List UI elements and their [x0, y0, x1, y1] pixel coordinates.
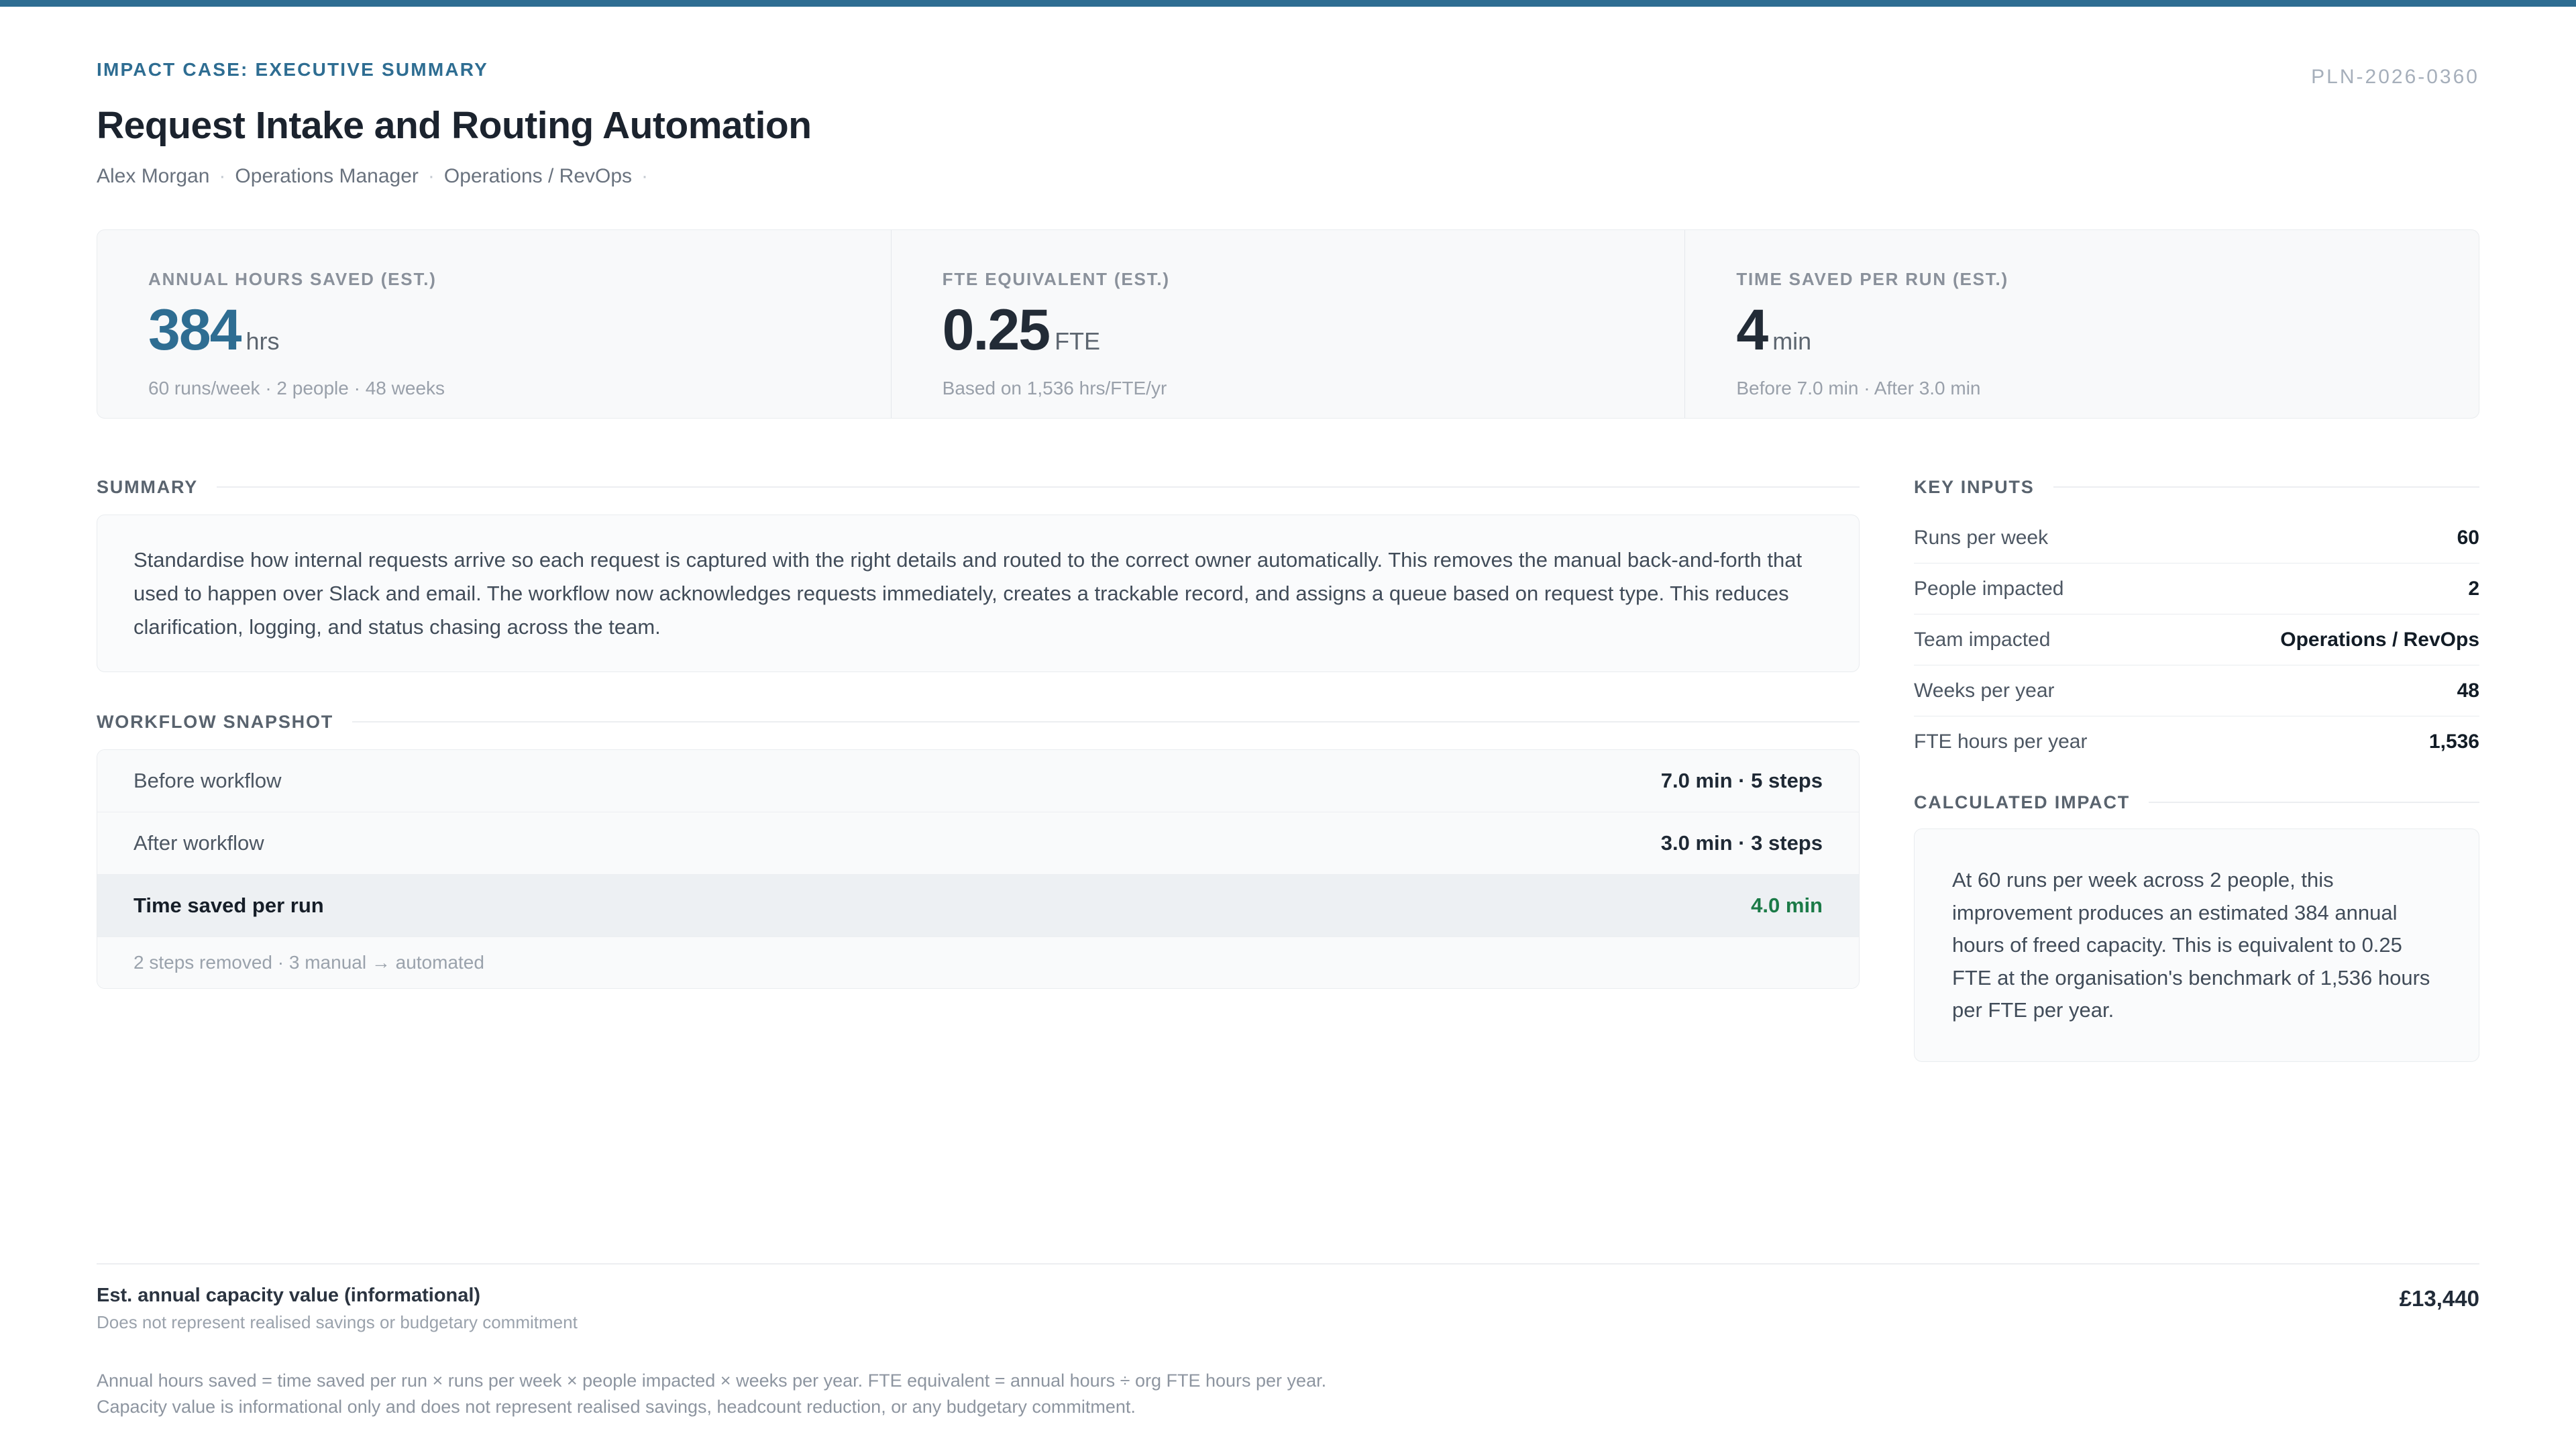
- kpi-label: TIME SAVED PER RUN (EST.): [1736, 269, 2452, 290]
- kpi-value: 384: [148, 297, 241, 364]
- kpi-value: 4: [1736, 297, 1767, 364]
- summary-section-header: SUMMARY: [97, 476, 1860, 498]
- list-item-runs-per-week: Runs per week 60: [1914, 513, 2479, 564]
- fine-print-line-disclaimer: Capacity value is informational only and…: [97, 1394, 2479, 1420]
- kpi-value-row: 4 min: [1736, 297, 2452, 364]
- input-label: Runs per week: [1914, 527, 2048, 549]
- workflow-snapshot-section: WORKFLOW SNAPSHOT Before workflow 7.0 mi…: [97, 711, 1860, 989]
- kpi-fte-equivalent: FTE EQUIVALENT (EST.) 0.25 FTE Based on …: [891, 230, 1685, 418]
- row-label: Time saved per run: [133, 894, 324, 918]
- list-item-fte-hours-per-year: FTE hours per year 1,536: [1914, 716, 2479, 767]
- document-id: PLN-2026-0360: [2311, 66, 2479, 89]
- calculated-impact-text-box: At 60 runs per week across 2 people, thi…: [1914, 828, 2479, 1062]
- section-rule: [2149, 802, 2479, 803]
- left-column: SUMMARY Standardise how internal request…: [97, 476, 1860, 989]
- row-value: 7.0 min · 5 steps: [1661, 769, 1823, 793]
- kpi-value-row: 384 hrs: [148, 297, 864, 364]
- eyebrow-label: IMPACT CASE: EXECUTIVE SUMMARY: [97, 59, 488, 80]
- meta-separator: ·: [219, 165, 225, 187]
- kpi-card-row: ANNUAL HOURS SAVED (EST.) 384 hrs 60 run…: [97, 229, 2479, 419]
- calculated-impact-heading: CALCULATED IMPACT: [1914, 792, 2130, 813]
- capacity-value-labels: Est. annual capacity value (informationa…: [97, 1285, 578, 1333]
- kpi-note: Based on 1,536 hrs/FTE/yr: [943, 378, 1658, 399]
- calculated-impact-section-header: CALCULATED IMPACT: [1914, 792, 2479, 813]
- kpi-note: Before 7.0 min · After 3.0 min: [1736, 378, 2452, 399]
- row-value: 4.0 min: [1751, 894, 1823, 918]
- header-left: IMPACT CASE: EXECUTIVE SUMMARY: [97, 59, 488, 80]
- table-row-after-workflow: After workflow 3.0 min · 3 steps: [97, 812, 1859, 875]
- input-value: 60: [2457, 527, 2479, 549]
- input-label: People impacted: [1914, 578, 2063, 600]
- input-value: 1,536: [2429, 731, 2479, 753]
- kpi-unit: min: [1772, 327, 1811, 356]
- fine-print-line-formula: Annual hours saved = time saved per run …: [97, 1368, 2479, 1394]
- input-value: 48: [2457, 680, 2479, 702]
- page-title: Request Intake and Routing Automation: [97, 103, 2479, 148]
- row-value: 3.0 min · 3 steps: [1661, 831, 1823, 855]
- section-rule: [352, 721, 1860, 722]
- summary-text-box: Standardise how internal requests arrive…: [97, 515, 1860, 672]
- main-content: SUMMARY Standardise how internal request…: [97, 476, 2479, 1062]
- key-inputs-list: Runs per week 60 People impacted 2 Team …: [1914, 513, 2479, 767]
- section-rule: [2053, 486, 2479, 488]
- row-label: Before workflow: [133, 769, 282, 793]
- list-item-people-impacted: People impacted 2: [1914, 564, 2479, 614]
- kpi-value: 0.25: [943, 297, 1049, 364]
- key-inputs-heading: KEY INPUTS: [1914, 477, 2035, 498]
- list-item-team-impacted: Team impacted Operations / RevOps: [1914, 614, 2479, 665]
- input-label: Weeks per year: [1914, 680, 2055, 702]
- input-value: 2: [2468, 578, 2479, 600]
- capacity-value-row: Est. annual capacity value (informationa…: [97, 1285, 2479, 1333]
- kpi-unit: FTE: [1055, 327, 1100, 356]
- author-name: Alex Morgan: [97, 165, 209, 187]
- impact-case-page: IMPACT CASE: EXECUTIVE SUMMARY PLN-2026-…: [0, 59, 2576, 1421]
- calculated-impact-section: CALCULATED IMPACT At 60 runs per week ac…: [1914, 792, 2479, 1062]
- meta-separator: ·: [641, 165, 648, 187]
- kpi-annual-hours-saved: ANNUAL HOURS SAVED (EST.) 384 hrs 60 run…: [97, 230, 891, 418]
- summary-heading: SUMMARY: [97, 477, 198, 498]
- kpi-note: 60 runs/week · 2 people · 48 weeks: [148, 378, 864, 399]
- capacity-value-label: Est. annual capacity value (informationa…: [97, 1285, 578, 1307]
- input-label: Team impacted: [1914, 629, 2050, 651]
- workflow-heading: WORKFLOW SNAPSHOT: [97, 712, 333, 733]
- author-meta-line: Alex Morgan · Operations Manager · Operation…: [97, 165, 2479, 188]
- list-item-weeks-per-year: Weeks per year 48: [1914, 665, 2479, 716]
- kpi-time-saved-per-run: TIME SAVED PER RUN (EST.) 4 min Before 7…: [1684, 230, 2479, 418]
- kpi-unit: hrs: [246, 327, 280, 356]
- workflow-table: Before workflow 7.0 min · 5 steps After …: [97, 749, 1860, 989]
- input-value: Operations / RevOps: [2280, 629, 2479, 651]
- workflow-section-header: WORKFLOW SNAPSHOT: [97, 711, 1860, 733]
- meta-separator: ·: [428, 165, 435, 187]
- key-inputs-section-header: KEY INPUTS: [1914, 476, 2479, 498]
- capacity-value-disclaimer: Does not represent realised savings or b…: [97, 1312, 578, 1333]
- top-accent-bar: [0, 0, 2576, 7]
- kpi-value-row: 0.25 FTE: [943, 297, 1658, 364]
- input-label: FTE hours per year: [1914, 731, 2087, 753]
- capacity-value-amount: £13,440: [2400, 1286, 2479, 1311]
- team-name: Operations / RevOps: [444, 165, 632, 187]
- page-footer: Est. annual capacity value (informationa…: [97, 1263, 2479, 1420]
- kpi-label: ANNUAL HOURS SAVED (EST.): [148, 269, 864, 290]
- table-row-before-workflow: Before workflow 7.0 min · 5 steps: [97, 750, 1859, 812]
- row-label: After workflow: [133, 831, 264, 855]
- right-column: KEY INPUTS Runs per week 60 People impac…: [1914, 476, 2479, 1062]
- section-rule: [217, 486, 1860, 488]
- table-row-time-saved: Time saved per run 4.0 min: [97, 875, 1859, 937]
- page-header: IMPACT CASE: EXECUTIVE SUMMARY PLN-2026-…: [97, 59, 2479, 89]
- author-role: Operations Manager: [235, 165, 419, 187]
- methodology-fine-print: Annual hours saved = time saved per run …: [97, 1368, 2479, 1420]
- kpi-label: FTE EQUIVALENT (EST.): [943, 269, 1658, 290]
- workflow-footnote: 2 steps removed · 3 manual → automated: [97, 937, 1859, 988]
